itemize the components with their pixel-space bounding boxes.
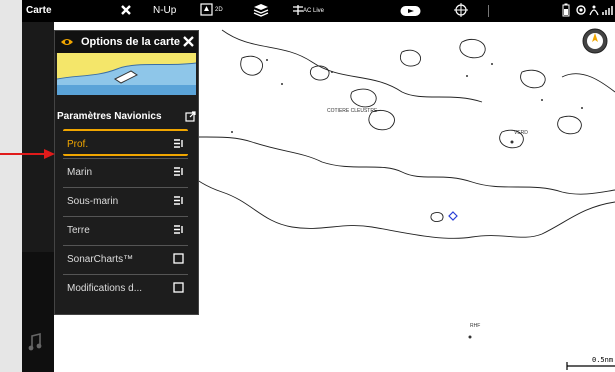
panel-close-icon[interactable] <box>183 36 194 50</box>
map-label-rhf: RHF <box>470 323 481 329</box>
signal-icon <box>602 3 614 20</box>
scale-label: 0.5nm <box>592 356 614 364</box>
eye-icon <box>60 36 74 51</box>
land-item[interactable]: Terre <box>63 216 188 243</box>
ac-live-label: AC Live <box>303 8 325 14</box>
view-mode-label: 2D <box>215 7 223 13</box>
marine-item[interactable]: Marin <box>63 158 188 185</box>
item-label: Marin <box>67 167 93 178</box>
gps-icon <box>575 3 587 20</box>
item-label: Terre <box>67 225 90 236</box>
list-icon <box>173 195 184 206</box>
underwater-item[interactable]: Sous-marin <box>63 187 188 214</box>
navionics-settings-title: Paramètres Navionics <box>57 111 162 122</box>
item-label: SonarCharts™ <box>67 254 134 265</box>
music-icon[interactable] <box>28 332 42 357</box>
orientation-button[interactable]: N-Up <box>153 5 176 16</box>
close-icon[interactable] <box>120 4 132 19</box>
list-icon <box>173 166 184 177</box>
panel-title: Options de la carte <box>81 36 181 48</box>
checkbox-icon[interactable] <box>173 282 184 293</box>
chart-options-panel: Options de la carte Paramètres Navionics… <box>54 30 199 315</box>
community-edits-item[interactable]: Modifications d... <box>63 274 188 301</box>
compass-icon[interactable] <box>582 28 608 59</box>
divider <box>488 5 489 17</box>
list-icon <box>173 224 184 235</box>
map-label-vrd: VERD <box>514 130 528 136</box>
chart-preview-thumbnail <box>57 53 196 95</box>
checkbox-icon[interactable] <box>173 253 184 264</box>
item-label: Sous-marin <box>67 196 119 207</box>
pointer-arrow <box>0 149 55 159</box>
sonarcharts-item[interactable]: SonarCharts™ <box>63 245 188 272</box>
sonar-icon <box>588 3 600 20</box>
left-strip <box>22 22 54 372</box>
panel-header: Options de la carte <box>55 31 198 53</box>
crosshair-icon[interactable] <box>454 3 468 20</box>
external-link-icon[interactable] <box>185 111 196 125</box>
navionics-settings-header[interactable]: Paramètres Navionics <box>55 107 198 127</box>
layers-icon[interactable] <box>253 3 269 20</box>
boat-toggle-icon[interactable] <box>400 5 422 20</box>
item-label: Prof. <box>67 139 89 150</box>
map-label-cotiere: COTIERE CLEUSTRE <box>327 108 378 114</box>
chart-window: Carte N-Up 2D AC Live COTIERE CLEUSTRE V… <box>22 0 615 372</box>
top-bar: Carte N-Up 2D AC Live <box>22 0 615 22</box>
list-icon <box>173 138 184 149</box>
item-label: Modifications d... <box>67 283 143 294</box>
window-title: Carte <box>26 5 52 16</box>
depth-item[interactable]: Prof. <box>63 129 188 156</box>
battery-icon <box>562 3 570 20</box>
